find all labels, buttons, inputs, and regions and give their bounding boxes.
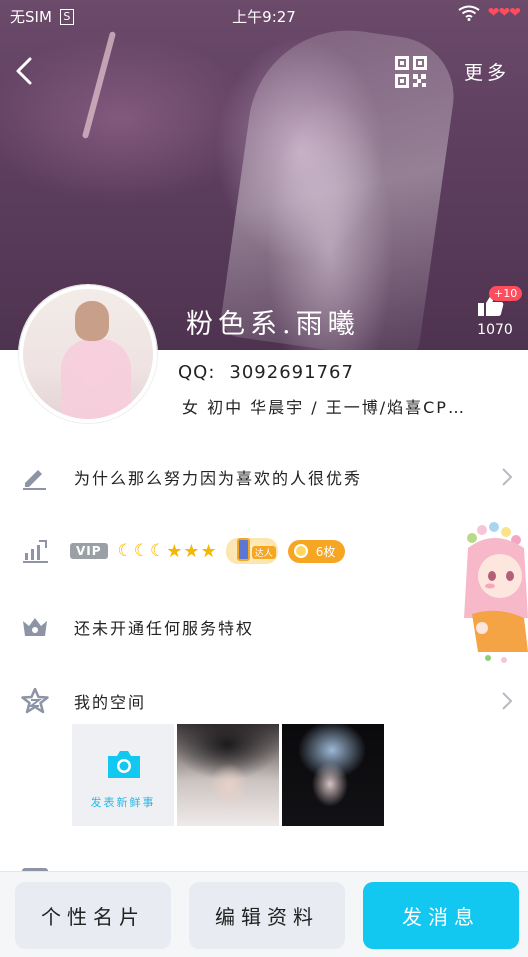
publish-post-label: 发表新鲜事 bbox=[90, 796, 156, 809]
daren-label: 达人 bbox=[251, 546, 276, 559]
coin-count: 6枚 bbox=[315, 544, 336, 559]
back-arrow-icon[interactable] bbox=[12, 56, 36, 86]
level-badges: VIP ☾☾☾ ★★★ 达人 6枚 bbox=[70, 538, 346, 564]
coin-icon bbox=[293, 544, 308, 558]
qq-label: QQ: bbox=[178, 362, 216, 383]
coin-badge[interactable]: 6枚 bbox=[287, 539, 346, 563]
qzone-photo[interactable] bbox=[282, 724, 384, 826]
level-chart-icon bbox=[23, 540, 48, 563]
qzone-star-icon bbox=[21, 688, 49, 714]
qr-code-icon[interactable] bbox=[395, 56, 427, 88]
qzone-row[interactable]: 我的空间 bbox=[0, 680, 528, 720]
send-message-button[interactable]: 发消息 bbox=[363, 882, 519, 949]
profile-card-button[interactable]: 个性名片 bbox=[15, 882, 171, 949]
qq-number-line: QQ: 3092691767 bbox=[178, 362, 354, 383]
avatar-figure-head bbox=[75, 301, 109, 341]
avatar[interactable] bbox=[19, 285, 157, 423]
camera-icon bbox=[108, 751, 140, 778]
qzone-photo[interactable] bbox=[177, 724, 279, 826]
cover-wand bbox=[81, 31, 117, 139]
signature-row[interactable]: 为什么那么努力因为喜欢的人很优秀 bbox=[0, 456, 528, 496]
service-row[interactable]: 还未开通任何服务特权 bbox=[0, 606, 528, 646]
publish-post-button[interactable]: 发表新鲜事 bbox=[72, 724, 174, 826]
star-level-icon: ★★★ bbox=[166, 540, 218, 562]
battery-hearts-icon: ❤❤❤ bbox=[487, 5, 521, 21]
like-count: 1070 bbox=[477, 322, 513, 338]
nickname: 粉色系.雨曦 bbox=[186, 309, 360, 340]
daren-badge-icon[interactable]: 达人 bbox=[225, 538, 278, 564]
signature-text: 为什么那么努力因为喜欢的人很优秀 bbox=[74, 469, 363, 488]
moon-level-icon: ☾☾☾ bbox=[117, 541, 167, 561]
crown-icon bbox=[23, 618, 47, 636]
service-text: 还未开通任何服务特权 bbox=[74, 619, 255, 638]
pencil-icon bbox=[23, 470, 46, 490]
vip-tag: VIP bbox=[70, 543, 108, 559]
more-button[interactable]: 更多 bbox=[464, 58, 510, 85]
like-button[interactable]: +10 1070 bbox=[470, 284, 523, 346]
status-bar: 无SIM S 上午9:27 ❤❤❤ bbox=[0, 0, 528, 32]
bottom-action-bar: 个性名片 编辑资料 发消息 bbox=[0, 871, 528, 957]
profile-tags: 女 初中 华晨宇 / 王一博/焰喜CP… bbox=[182, 398, 466, 417]
chevron-right-icon bbox=[502, 692, 513, 710]
qq-number: 3092691767 bbox=[229, 362, 354, 383]
chevron-right-icon bbox=[502, 468, 513, 486]
like-increment-badge: +10 bbox=[489, 286, 523, 301]
status-time: 上午9:27 bbox=[232, 8, 296, 26]
qzone-text: 我的空间 bbox=[74, 693, 147, 712]
avatar-figure-dress bbox=[61, 339, 131, 419]
wifi-icon bbox=[458, 5, 480, 21]
qzone-photo-strip: 发表新鲜事 bbox=[72, 724, 384, 826]
edit-profile-button[interactable]: 编辑资料 bbox=[189, 882, 345, 949]
